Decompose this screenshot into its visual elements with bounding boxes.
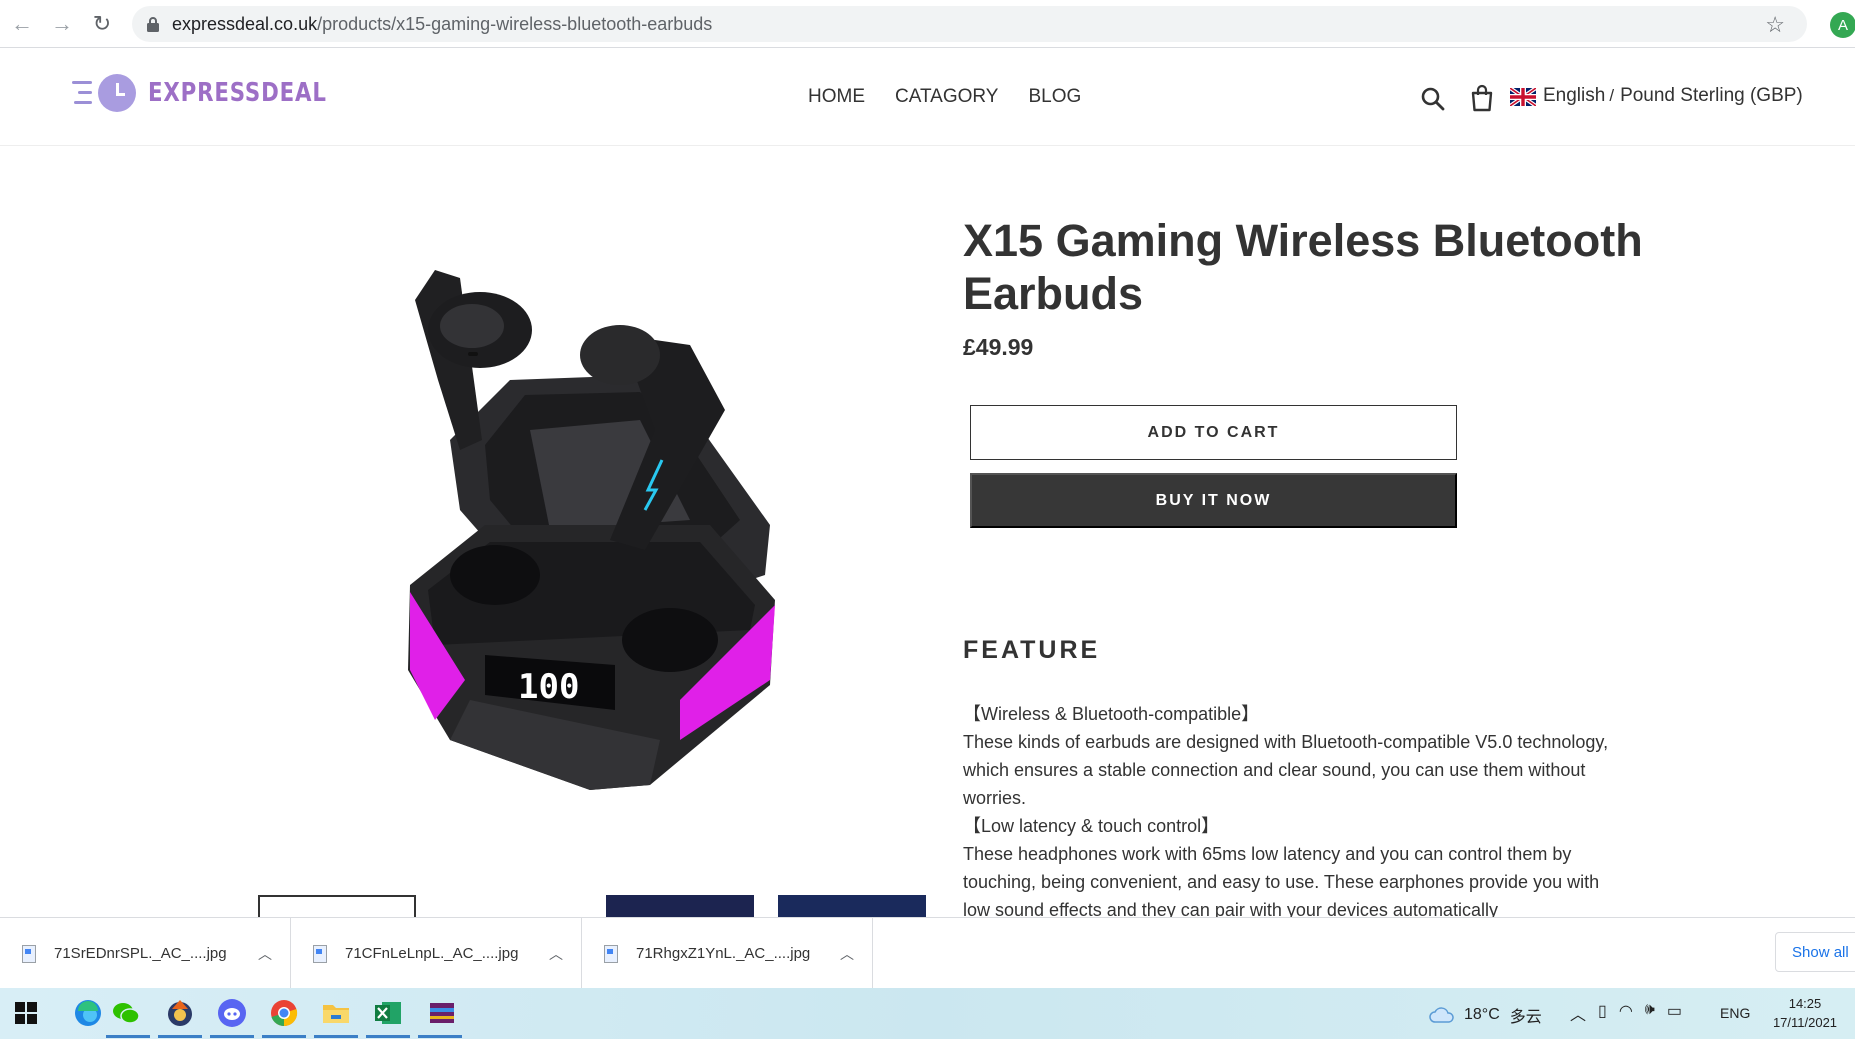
battery-icon[interactable]: ▭ [1667, 1001, 1682, 1025]
language-label: English [1543, 85, 1606, 106]
show-all-downloads-button[interactable]: Show all [1775, 932, 1855, 972]
volume-icon[interactable]: 🕪 [1645, 1001, 1655, 1025]
buy-now-button[interactable]: BUY IT NOW [970, 473, 1457, 528]
chevron-up-icon[interactable]: ︿ [258, 944, 272, 964]
taskbar-active-indicator [210, 1035, 254, 1038]
taskbar-active-indicator [106, 1035, 150, 1038]
discord-icon[interactable] [216, 997, 248, 1029]
windows-start-icon[interactable] [10, 997, 42, 1029]
cloud-icon [1429, 1007, 1454, 1023]
taskbar-active-indicator [158, 1035, 202, 1038]
add-to-cart-button[interactable]: ADD TO CART [970, 405, 1457, 460]
currency-label: Pound Sterling (GBP) [1620, 85, 1803, 106]
site-logo[interactable]: EXPRESSDEAL [70, 74, 366, 112]
thumbnail-3[interactable] [606, 895, 754, 919]
image-file-icon [604, 944, 618, 963]
edge-browser-icon[interactable] [72, 997, 104, 1029]
image-file-icon [22, 944, 36, 963]
clock-icon [98, 74, 136, 112]
url-text: expressdeal.co.uk/products/x15-gaming-wi… [172, 14, 712, 35]
feature-title-wireless: 【Wireless & Bluetooth-compatible】 [963, 704, 1260, 724]
lock-icon [147, 17, 159, 32]
excel-icon[interactable] [372, 997, 404, 1029]
image-file-icon [313, 944, 327, 963]
thumbnail-4[interactable] [778, 895, 926, 919]
weather-description: 多云 [1509, 1009, 1542, 1026]
taskbar: 18°C 多云 ︿ ▯ ◠ 🕪 ▭ ENG 14:25 17/11/2021 [0, 988, 1855, 1039]
profile-avatar[interactable]: A [1830, 12, 1855, 38]
nav-home[interactable]: HOME [808, 86, 865, 108]
url-path: /products/x15-gaming-wireless-bluetooth-… [317, 13, 713, 34]
logo-text: EXPRESSDEAL [148, 78, 327, 108]
file-explorer-icon[interactable] [320, 997, 352, 1029]
site-header: EXPRESSDEAL HOME CATAGORY BLOG English / P… [0, 48, 1855, 146]
case-battery-display: 100 [518, 667, 579, 707]
wechat-icon[interactable] [110, 997, 142, 1029]
feature-text-wireless: These kinds of earbuds are designed with… [963, 732, 1609, 808]
locale-separator: / [1609, 86, 1615, 105]
address-bar[interactable]: expressdeal.co.uk/products/x15-gaming-wi… [132, 6, 1807, 42]
reload-icon[interactable]: ↻ [88, 10, 116, 38]
product-image[interactable]: 100 [390, 270, 820, 800]
chrome-icon[interactable] [268, 997, 300, 1029]
system-tray: ︿ ▯ ◠ 🕪 ▭ [1570, 1001, 1682, 1025]
search-icon[interactable] [1420, 86, 1446, 112]
shopping-bag-icon[interactable] [1470, 84, 1494, 112]
taskbar-active-indicator [262, 1035, 306, 1038]
download-item[interactable]: 71RhgxZ1YnL._AC_....jpg ︿ [582, 918, 873, 989]
clock-date: 17/11/2021 [1772, 1015, 1838, 1030]
forward-arrow-icon[interactable]: → [48, 10, 76, 38]
chevron-up-icon[interactable]: ︿ [1570, 1001, 1586, 1025]
weather-widget[interactable]: 18°C 多云 [1428, 1003, 1542, 1027]
product-title: X15 Gaming Wireless Bluetooth Earbuds [963, 215, 1643, 319]
feature-description: 【Wireless & Bluetooth-compatible】 These … [963, 700, 1613, 924]
nav-catagory[interactable]: CATAGORY [895, 86, 998, 108]
wifi-icon[interactable]: ◠ [1619, 1001, 1633, 1025]
downloads-bar: 71SrEDnrSPL._AC_....jpg ︿ 71CFnLeLnpL._A… [0, 917, 1855, 989]
back-arrow-icon[interactable]: ← [8, 10, 36, 38]
feature-text-latency: These headphones work with 65ms low late… [963, 844, 1600, 920]
logo-lines-icon [70, 75, 94, 111]
download-filename: 71CFnLeLnpL._AC_....jpg [345, 945, 519, 962]
url-domain: expressdeal.co.uk [172, 13, 318, 34]
product-price: £49.99 [963, 334, 1034, 360]
weather-temperature: 18°C [1464, 1006, 1500, 1023]
download-item[interactable]: 71CFnLeLnpL._AC_....jpg ︿ [291, 918, 582, 989]
browser-toolbar: ← → ↻ expressdeal.co.uk/products/x15-gam… [0, 0, 1855, 48]
usb-device-icon[interactable]: ▯ [1598, 1001, 1607, 1025]
taskbar-active-indicator [314, 1035, 358, 1038]
thumbnail-2[interactable] [428, 895, 586, 919]
chevron-up-icon[interactable]: ︿ [549, 944, 563, 964]
download-filename: 71RhgxZ1YnL._AC_....jpg [636, 945, 811, 962]
nav-blog[interactable]: BLOG [1028, 86, 1081, 108]
feature-title-latency: 【Low latency & touch control】 [963, 816, 1220, 836]
main-nav: HOME CATAGORY BLOG [808, 86, 1081, 108]
archive-app-icon[interactable] [426, 997, 458, 1029]
system-clock[interactable]: 14:25 17/11/2021 [1762, 994, 1848, 1032]
game-app-icon[interactable] [164, 997, 196, 1029]
input-language[interactable]: ENG [1720, 1005, 1750, 1021]
download-filename: 71SrEDnrSPL._AC_....jpg [54, 945, 227, 962]
feature-heading: FEATURE [963, 636, 1101, 664]
taskbar-active-indicator [418, 1035, 462, 1038]
clock-time: 14:25 [1788, 996, 1822, 1011]
locale-selector[interactable]: English / Pound Sterling (GBP) [1543, 85, 1803, 107]
chevron-up-icon[interactable]: ︿ [840, 944, 854, 964]
bookmark-star-icon[interactable]: ☆ [1765, 12, 1785, 38]
taskbar-active-indicator [366, 1035, 410, 1038]
uk-flag-icon[interactable] [1510, 88, 1536, 106]
download-item[interactable]: 71SrEDnrSPL._AC_....jpg ︿ [0, 918, 291, 989]
thumbnail-1[interactable] [258, 895, 416, 919]
